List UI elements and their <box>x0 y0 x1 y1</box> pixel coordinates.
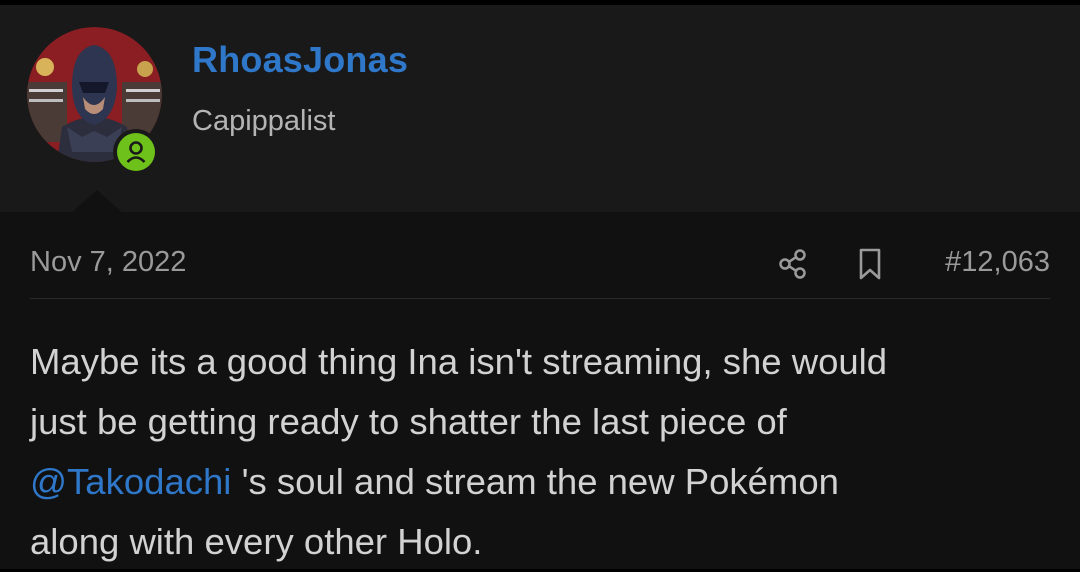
share-button[interactable] <box>775 246 811 282</box>
post-author-header: RhoasJonas Capippalist <box>0 5 1080 212</box>
message-text: 's soul and stream the new Pokémon <box>231 461 839 502</box>
message-line: along with every other Holo. <box>30 521 483 562</box>
post-content: Nov 7, 2022 #12,063 Maybe its a good thi… <box>0 212 1080 569</box>
message-line: @Takodachi 's soul and stream the new Po… <box>30 452 1060 512</box>
post-number-link[interactable]: #12,063 <box>945 246 1050 279</box>
speech-pointer <box>70 190 124 214</box>
message-line: Maybe its a good thing Ina isn't streami… <box>30 341 888 382</box>
bookmark-icon <box>859 248 881 280</box>
divider <box>30 298 1050 299</box>
share-icon <box>779 249 806 279</box>
bookmark-button[interactable] <box>852 246 888 282</box>
post-date-link[interactable]: Nov 7, 2022 <box>30 246 186 279</box>
author-username-link[interactable]: RhoasJonas <box>192 39 408 81</box>
author-user-title: Capippalist <box>192 105 336 137</box>
online-status-badge <box>113 129 159 175</box>
online-user-icon <box>117 133 155 171</box>
message-line: just be getting ready to shatter the las… <box>30 401 787 442</box>
avatar-container[interactable] <box>27 27 162 175</box>
user-mention-link[interactable]: @Takodachi <box>30 461 231 502</box>
post-message: Maybe its a good thing Ina isn't streami… <box>30 332 1060 572</box>
person-icon <box>126 141 146 163</box>
